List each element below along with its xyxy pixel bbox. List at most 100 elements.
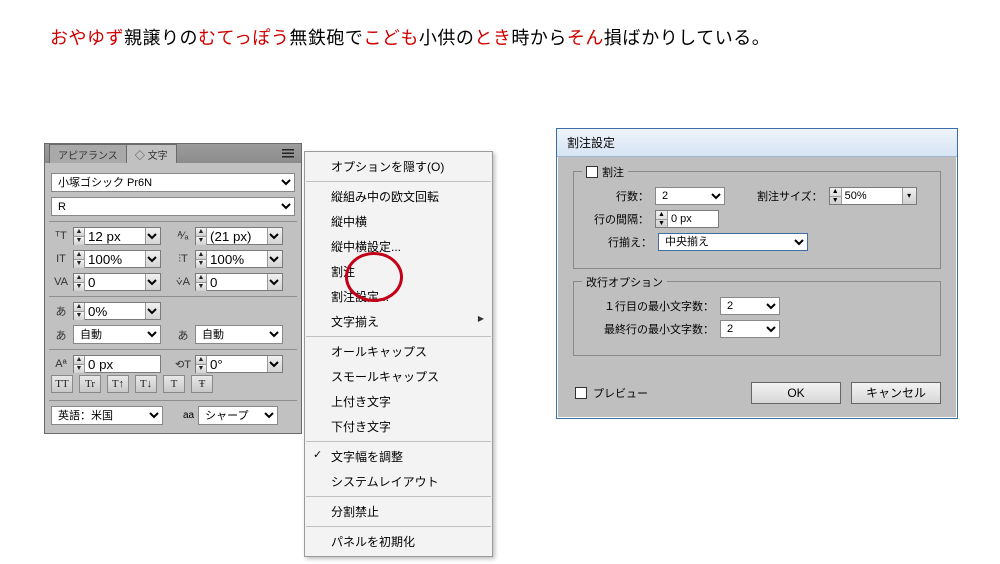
preview-label: プレビュー (593, 385, 648, 401)
font-size-input[interactable] (85, 228, 145, 244)
tab-appearance[interactable]: アピアランス (49, 144, 127, 163)
vscale-input[interactable] (85, 251, 145, 267)
rotation-stepper[interactable]: ▲▼ ▾ (195, 355, 283, 373)
hscale-stepper[interactable]: ▲▼ ▾ (195, 250, 283, 268)
align-select[interactable]: 中央揃え (658, 233, 808, 251)
aki-left-select[interactable]: 自動 (73, 325, 161, 344)
cancel-button[interactable]: キャンセル (851, 382, 941, 404)
menu-tatechuyoko[interactable]: 縦中横 (305, 209, 492, 234)
gap-input[interactable] (668, 211, 718, 227)
down-arrow-icon[interactable]: ▼ (74, 236, 84, 245)
sample-segment: そん (567, 28, 604, 48)
warichu-group: 割注 行数： 2 割注サイズ： ▲▼ ▾ 行の間隔： ▲▼ (573, 171, 941, 269)
warichu-checkbox[interactable] (586, 166, 598, 178)
sample-segment: 無鉄砲で (289, 28, 363, 48)
size-input[interactable] (842, 188, 902, 204)
menu-adjust-width[interactable]: 文字幅を調整 (305, 444, 492, 469)
min-first-label: １行目の最小文字数： (586, 298, 714, 314)
opentype-button-5[interactable]: Ŧ (191, 375, 213, 393)
font-family-select[interactable]: 小塚ゴシック Pr6N (51, 173, 295, 192)
vscale-stepper[interactable]: ▲▼ ▾ (73, 250, 161, 268)
panel-flyout-menu: オプションを隠す(O) 縦組み中の欧文回転 縦中横 縦中横設定... 割注 割注… (304, 151, 493, 557)
opentype-button-4[interactable]: T (163, 375, 185, 393)
font-size-icon: ᵀT (51, 230, 71, 242)
linebreak-group-label: 改行オプション (586, 274, 663, 290)
menu-system-layout[interactable]: システムレイアウト (305, 469, 492, 494)
menu-no-break[interactable]: 分割禁止 (305, 499, 492, 524)
rotation-input[interactable] (207, 356, 267, 372)
menu-tcy-rotation[interactable]: 縦組み中の欧文回転 (305, 184, 492, 209)
leading-input[interactable] (207, 228, 267, 244)
aki-right-select[interactable]: 自動 (195, 325, 283, 344)
sample-sentence: おやゆず親譲りのむてっぽう無鉄砲でこども小供のとき時からそん損ばかりしている。 (50, 24, 770, 50)
tracking-icon: ⩒A (173, 276, 193, 289)
menu-smallcaps[interactable]: スモールキャップス (305, 364, 492, 389)
menu-warichu[interactable]: 割注 (305, 259, 492, 284)
sample-segment: 損ばかりしている。 (604, 28, 770, 48)
menu-subscript[interactable]: 下付き文字 (305, 414, 492, 439)
leading-stepper[interactable]: ▲▼ ▾ (195, 227, 283, 245)
prop-stepper[interactable]: ▲▼ ▾ (73, 302, 161, 320)
sample-segment: 親譲りの (124, 28, 198, 48)
sample-segment: とき (474, 28, 511, 48)
sample-segment: 時から (511, 28, 567, 48)
warichu-dialog: 割注設定 割注 行数： 2 割注サイズ： ▲▼ ▾ 行の間隔： (556, 128, 958, 419)
kerning-icon: VA (51, 276, 71, 288)
panel-menu-button[interactable] (279, 148, 297, 159)
panel-body: 小塚ゴシック Pr6N R ᵀT ▲▼ ▾ ᴬ⁄ₐ ▲▼ ▾ (45, 163, 301, 433)
gap-spinner[interactable]: ▲▼ (655, 210, 719, 228)
rotation-icon: ⟲T (173, 358, 193, 371)
min-last-select[interactable]: 2 (720, 320, 780, 338)
kerning-input[interactable] (85, 274, 145, 290)
antialias-label: aa (183, 410, 194, 421)
tab-character-label: 文字 (148, 151, 168, 162)
hscale-input[interactable] (207, 251, 267, 267)
panel-tabs: アピアランス ◇ 文字 (45, 144, 301, 163)
font-size-stepper[interactable]: ▲▼ ▾ (73, 227, 161, 245)
lines-label: 行数： (616, 188, 649, 204)
character-panel: アピアランス ◇ 文字 小塚ゴシック Pr6N R ᵀT ▲▼ ▾ ᴬ⁄ₐ ▲▼ (44, 143, 302, 434)
menu-superscript[interactable]: 上付き文字 (305, 389, 492, 414)
baseline-input[interactable] (85, 356, 160, 372)
vscale-icon: IT (51, 253, 71, 265)
kerning-stepper[interactable]: ▲▼ ▾ (73, 273, 161, 291)
dialog-title: 割注設定 (557, 129, 957, 157)
size-spinner[interactable]: ▲▼ ▾ (829, 187, 917, 205)
tracking-input[interactable] (207, 274, 267, 290)
menu-character-align[interactable]: 文字揃え (305, 309, 492, 334)
leading-icon: ᴬ⁄ₐ (173, 230, 193, 242)
ok-button[interactable]: OK (751, 382, 841, 404)
align-label: 行揃え： (608, 234, 652, 250)
linebreak-group: 改行オプション １行目の最小文字数： 2 最終行の最小文字数： 2 (573, 281, 941, 356)
sample-segment: おやゆず (50, 28, 124, 48)
aki-right-icon: あ (173, 327, 193, 343)
up-arrow-icon[interactable]: ▲ (74, 228, 84, 237)
min-first-select[interactable]: 2 (720, 297, 780, 315)
lines-select[interactable]: 2 (655, 187, 725, 205)
baseline-stepper[interactable]: ▲▼ (73, 355, 161, 373)
warichu-group-label: 割注 (602, 164, 624, 180)
menu-hide-options[interactable]: オプションを隠す(O) (305, 154, 492, 179)
prop-icon: あ (51, 303, 71, 319)
menu-allcaps[interactable]: オールキャップス (305, 339, 492, 364)
aki-left-icon: あ (51, 327, 71, 343)
opentype-button-2[interactable]: T↑ (107, 375, 129, 393)
tracking-stepper[interactable]: ▲▼ ▾ (195, 273, 283, 291)
font-style-select[interactable]: R (51, 197, 295, 216)
baseline-icon: Aª (51, 358, 71, 370)
opentype-button-0[interactable]: TT (51, 375, 73, 393)
menu-reset-panel[interactable]: パネルを初期化 (305, 529, 492, 554)
tab-character[interactable]: ◇ 文字 (126, 144, 177, 163)
menu-tatechuyoko-settings[interactable]: 縦中横設定... (305, 234, 492, 259)
opentype-button-3[interactable]: T↓ (135, 375, 157, 393)
antialias-select[interactable]: シャープ (198, 406, 278, 425)
opentype-button-1[interactable]: Tr (79, 375, 101, 393)
min-last-label: 最終行の最小文字数： (586, 321, 714, 337)
gap-label: 行の間隔： (594, 211, 649, 227)
menu-warichu-settings[interactable]: 割注設定... (305, 284, 492, 309)
preview-checkbox[interactable] (575, 387, 587, 399)
prop-input[interactable] (85, 303, 145, 319)
language-select[interactable]: 英語：米国 (51, 406, 163, 425)
font-size-unit[interactable]: ▾ (145, 228, 160, 244)
opentype-row: TT Tr T↑ T↓ TŦ (51, 373, 295, 395)
